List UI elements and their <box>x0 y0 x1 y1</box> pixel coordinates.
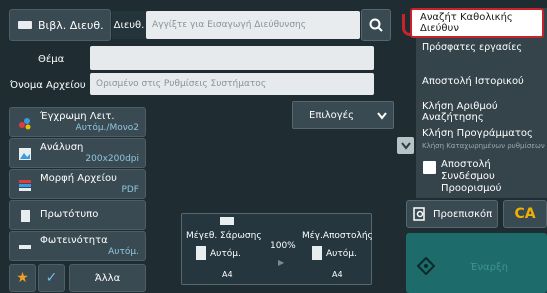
color-mode-value: Αυτόμ./Μονο2 <box>75 123 139 133</box>
star-icon: ★ <box>16 270 29 286</box>
subject-field[interactable] <box>90 46 374 70</box>
preview-label: Προεπισκόπ <box>433 208 493 220</box>
start-label: Έναρξη <box>470 262 508 273</box>
menu-item-call-program-sub: Κλήση Καταχωρημένων ρυθμίσεων <box>422 142 545 150</box>
brightness-title: Φωτεινότητα <box>40 235 108 246</box>
send-paper: A4 <box>332 270 343 279</box>
menu-scroll-down-button[interactable] <box>397 137 414 154</box>
file-format-button[interactable]: Μορφή Αρχείου PDF <box>9 169 146 199</box>
resolution-button[interactable]: Ανάλυση 200x200dpi <box>9 138 146 168</box>
brightness-button[interactable]: Φωτεινότητα Αυτόμ. <box>9 231 146 261</box>
brightness-icon <box>19 245 31 249</box>
file-format-icon <box>19 180 31 191</box>
address-book-icon <box>18 21 32 29</box>
filename-label: Όνομα Αρχείου <box>10 80 86 91</box>
filename-field[interactable]: Ορισμένο στις Ρυθμίσεις Συστήματος <box>90 73 374 95</box>
color-mode-icon <box>19 118 31 130</box>
address-book-label: Βιβλ. Διευθ. <box>38 18 104 32</box>
file-format-title: Μορφή Αρχείου <box>40 173 117 184</box>
arrow-right-icon: ▶ <box>278 258 285 267</box>
scan-size-label: Μέγεθ. Σάρωσης <box>186 231 262 241</box>
chevron-down-icon <box>377 112 387 120</box>
scan-page-icon <box>196 246 206 260</box>
original-icon <box>21 210 30 222</box>
resolution-title: Ανάλυση <box>40 142 84 153</box>
scan-size-value: Αυτόμ. <box>210 249 241 259</box>
clear-all-button[interactable]: CA <box>503 200 547 228</box>
resolution-icon <box>19 148 31 160</box>
scanner-icon <box>220 217 234 225</box>
favorite-button[interactable]: ★ <box>9 264 36 292</box>
color-mode-button[interactable]: Έγχρωμη Λειτ. Αυτόμ./Μονο2 <box>9 107 146 137</box>
send-page-icon <box>312 246 322 260</box>
options-label: Επιλογές <box>309 109 354 121</box>
color-mode-title: Έγχρωμη Λειτ. <box>40 111 115 122</box>
menu-item-send-destination-link[interactable]: Αποστολή Συνδέσμου Προορισμού <box>441 159 541 195</box>
resolution-value: 200x200dpi <box>85 154 139 164</box>
menu-item-call-search-number[interactable]: Κλήση Αριθμού Αναζήτησης <box>422 101 547 123</box>
start-icon <box>416 256 436 276</box>
address-book-button[interactable]: Βιβλ. Διευθ. <box>9 9 111 41</box>
link-checkbox[interactable] <box>423 161 436 174</box>
menu-item-sending-history[interactable]: Αποστολή Ιστορικού <box>422 76 524 87</box>
address-label: Διευθ. <box>112 11 146 39</box>
menu-item-recent-jobs[interactable]: Πρόσφατες εργασίες <box>422 42 532 53</box>
other-button[interactable]: Άλλα <box>69 264 146 292</box>
send-size-label: Μέγ.Αποστολής <box>302 231 373 241</box>
file-format-value: PDF <box>121 185 139 195</box>
preview-button[interactable]: Προεπισκόπ <box>406 200 498 228</box>
menu-item-call-program[interactable]: Κλήση Προγράμματος <box>422 128 533 139</box>
send-size-value: Αυτόμ. <box>326 249 357 259</box>
check-button[interactable]: ✓ <box>38 264 65 292</box>
options-dropdown[interactable]: Επιλογές <box>292 101 394 129</box>
scale-ratio: 100% <box>270 241 296 251</box>
subject-label: Θέμα <box>38 54 65 65</box>
search-button[interactable] <box>361 9 391 41</box>
preview-icon <box>413 207 425 221</box>
menu-item-global-address-search[interactable]: Αναζήτ Καθολικής Διεύθυν <box>410 8 544 38</box>
chevron-down-icon <box>400 141 411 150</box>
highlight-indicator <box>402 14 412 36</box>
scan-preview-panel: Μέγεθ. Σάρωσης Αυτόμ. A4 100% ▶ Μέγ.Αποσ… <box>181 213 373 285</box>
original-title: Πρωτότυπο <box>40 209 99 220</box>
address-input[interactable]: Αγγίξτε για Εισαγωγή Διεύθυνσης <box>146 11 360 39</box>
brightness-value: Αυτόμ. <box>108 247 139 257</box>
search-icon <box>369 18 383 32</box>
scan-paper: A4 <box>222 270 233 279</box>
check-icon: ✓ <box>45 270 58 286</box>
original-button[interactable]: Πρωτότυπο <box>9 200 146 230</box>
